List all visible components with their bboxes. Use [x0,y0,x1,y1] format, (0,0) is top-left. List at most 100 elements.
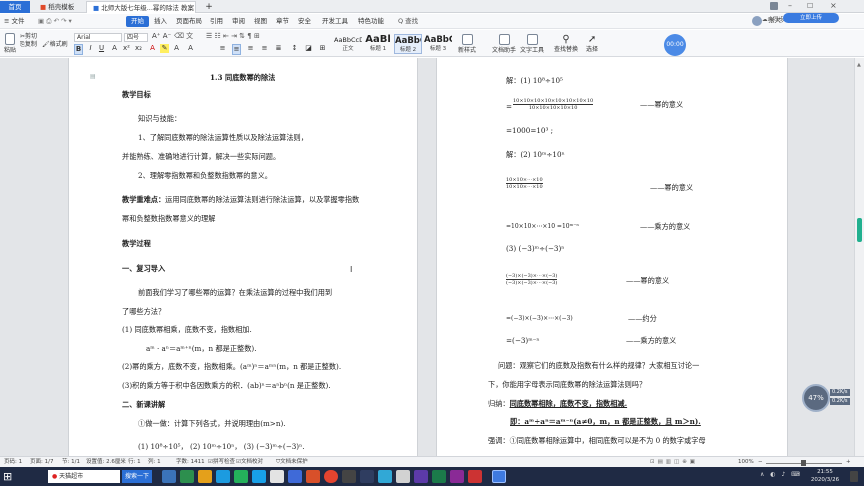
menu-security[interactable]: 安全 [298,16,311,27]
zoom-in-button[interactable]: + [846,458,851,467]
app-icon-excel[interactable] [432,470,446,483]
app-icon-ppt[interactable] [306,470,320,483]
highlight-button[interactable]: ✎ [160,44,169,53]
menu-layout[interactable]: 页面布局 [176,16,202,27]
underline-button[interactable]: U [97,44,106,53]
font-color-button[interactable]: A [148,44,157,53]
tray-icons[interactable]: ∧ ◐ ♪ ⌨ [760,471,802,478]
app-icon-wps-active[interactable] [492,470,506,483]
start-button[interactable]: ⊞ [3,470,16,483]
zoom-slider-thumb[interactable] [801,460,806,466]
app-icon-folder[interactable] [198,470,212,483]
style-normal[interactable]: AaBbCcD 正文 [334,34,362,54]
style-heading-2[interactable]: AaBbC标题 2 [394,34,422,54]
superscript-button[interactable]: x² [122,44,131,53]
file-menu[interactable]: ≡ 文件 [4,16,25,27]
upload-hint-badge[interactable]: 立即上传 [783,13,839,23]
app-icon-ie[interactable] [216,470,230,483]
app-icon-premiere[interactable] [450,470,464,483]
tab-home[interactable]: 首页 [0,1,30,13]
app-icon-terminal[interactable] [342,470,356,483]
cut-button[interactable]: ✂剪切 [20,33,37,40]
menu-reference[interactable]: 引用 [210,16,223,27]
subscript-button[interactable]: x₂ [134,44,143,53]
bold-button[interactable]: B [74,44,83,55]
window-skin-icon[interactable] [770,2,778,10]
tab-document[interactable]: ■ 北师大版七年级...幂的除法 教案× [86,1,196,13]
app-icon-pdf[interactable] [468,470,482,483]
avatar[interactable] [752,16,762,26]
strike-button[interactable]: A [110,44,119,53]
menu-insert[interactable]: 插入 [154,16,167,27]
new-tab-button[interactable]: + [202,1,216,13]
minimize-button[interactable]: – [788,1,792,11]
paste-button[interactable]: 粘贴 [4,33,16,54]
font-family-select[interactable]: Arial [74,33,122,42]
app-icon-vs[interactable] [414,470,428,483]
app-icon-chat[interactable] [234,470,248,483]
menu-start[interactable]: 开始 [126,16,149,27]
zoom-level[interactable]: 100% [738,458,754,467]
perf-widget-badge[interactable]: 47% [802,384,830,412]
char-shading-button[interactable]: A [172,44,181,53]
menu-developer[interactable]: 开发工具 [322,16,348,27]
app-icon-chrome[interactable] [324,470,338,483]
clock[interactable]: 21:55 2020/3/26 [806,468,844,484]
protect-status[interactable]: ⛉文档未保护 [276,458,308,467]
align-left-icon[interactable]: ≡ [218,44,227,53]
app-icon-qq[interactable] [252,470,266,483]
close-window-button[interactable]: × [830,1,837,11]
menu-review[interactable]: 审阅 [232,16,245,27]
doc-helper-button[interactable]: 文档助手 [492,34,516,54]
style-heading-1[interactable]: AaBl 标题 1 [364,34,392,54]
format-painter-button[interactable]: 🖌格式刷 [42,41,68,48]
clear-format-icon[interactable]: ⌫ 文 [174,33,193,40]
align-right-icon[interactable]: ≡ [246,44,255,53]
spell-check[interactable]: ☑拼写检查 [208,458,235,467]
font-size-select[interactable]: 四号 [124,33,148,42]
distribute-icon[interactable]: ≣ [274,44,283,53]
notification-icon[interactable] [850,471,858,482]
char-border-button[interactable]: A [186,44,195,53]
app-icon-word[interactable] [288,470,302,483]
app-icon-notepad[interactable] [396,470,410,483]
menu-view[interactable]: 视图 [254,16,267,27]
grow-shrink-font[interactable]: A⁺ A⁻ [152,33,171,40]
view-mode-icons[interactable]: ⊡▤▥◫⊕▣ [650,458,698,467]
border-icon[interactable]: ⊞ [318,44,327,53]
taskbar-search-input[interactable]: ● 天猫超市 [48,470,120,483]
align-justify-icon[interactable]: ≡ [260,44,269,53]
app-icon-editor[interactable] [360,470,374,483]
app-icon-explorer[interactable] [162,470,176,483]
search-menu[interactable]: Q 查找 [398,16,418,27]
list-buttons[interactable]: ☰ ☷ ⇤ ⇥ ⇅ ¶ ⊞ [206,33,260,40]
vertical-scrollbar[interactable]: ▲ [854,58,864,456]
align-center-icon[interactable]: ≡ [232,44,241,55]
new-style-button[interactable]: 新样式 [458,34,476,54]
sync-status[interactable]: ☁未同步 [762,16,784,25]
taskbar-search-button[interactable]: 搜索一下 [122,470,152,483]
app-icon-ps[interactable] [378,470,392,483]
menu-chapter[interactable]: 章节 [276,16,289,27]
app-icon-player[interactable] [270,470,284,483]
italic-button[interactable]: I [86,44,95,53]
shading-icon[interactable]: ◪ [304,44,313,53]
timer-badge[interactable]: 00:00 [664,34,686,56]
quick-access-icons[interactable]: ▣ ⎙ ↶ ↷ ▾ [38,16,72,27]
app-icon-browser[interactable] [180,470,194,483]
find-replace-button[interactable]: ⚲ 查找替换 [554,34,578,53]
scroll-up-icon[interactable]: ▲ [857,62,862,68]
status-words[interactable]: 字数: 1411 [176,458,205,467]
copy-button[interactable]: ⎘复制 [20,41,37,48]
zoom-out-button[interactable]: − [758,458,763,467]
line-spacing-icon[interactable]: ↕ [290,44,299,53]
maximize-button[interactable]: ☐ [807,1,813,11]
status-pages[interactable]: 页面: 1/7 [30,458,53,467]
scroll-thumb[interactable] [857,218,862,242]
style-heading-3[interactable]: AaBbC标题 3 [424,34,452,54]
proofread[interactable]: ☑文档校对 [236,458,263,467]
status-page[interactable]: 页码: 1 [4,458,22,467]
text-tools-button[interactable]: 文字工具 [520,34,544,54]
menu-features[interactable]: 特色功能 [358,16,384,27]
select-button[interactable]: ➚ 选择 [586,34,598,53]
